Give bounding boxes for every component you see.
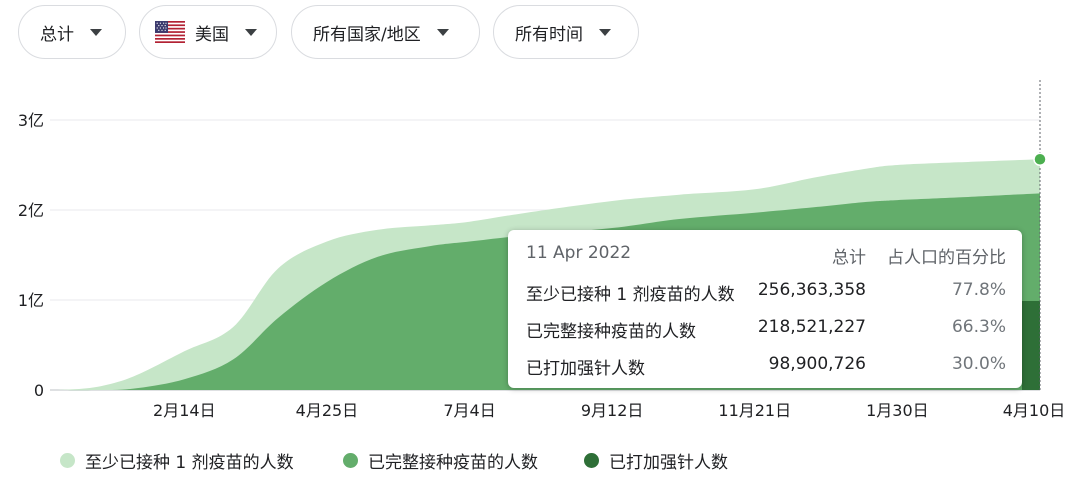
tooltip-row-total: 256,363,358 <box>757 280 866 300</box>
x-tick-label: 11月21日 <box>718 401 791 420</box>
tooltip-col-pct: 占人口的百分比 <box>887 248 1006 268</box>
legend-dot <box>343 453 358 468</box>
tooltip-row-pct: 77.8% <box>951 280 1006 300</box>
legend-dot <box>60 453 75 468</box>
legend-label: 已打加强针人数 <box>609 453 728 473</box>
tooltip-row-name: 至少已接种 1 剂疫苗的人数 <box>526 285 735 305</box>
tooltip-date: 11 Apr 2022 <box>526 243 632 263</box>
chevron-down-icon <box>599 28 611 36</box>
tooltip-row-pct: 66.3% <box>951 317 1006 337</box>
chevron-down-icon <box>90 28 102 36</box>
us-flag-icon <box>155 21 185 43</box>
tooltip-row-pct: 30.0% <box>951 354 1006 374</box>
tooltip-header: 11 Apr 2022 总计 占人口的百分比 <box>508 243 1022 268</box>
metric-filter-dropdown[interactable]: 总计 <box>18 5 126 59</box>
legend-label: 至少已接种 1 剂疫苗的人数 <box>85 453 294 473</box>
x-tick-label: 4月25日 <box>296 401 359 420</box>
x-tick-label: 7月4日 <box>443 401 495 420</box>
x-axis-labels: 2月14日 4月25日 7月4日 9月12日 11月21日 1月30日 4月10日 <box>153 401 1065 420</box>
chevron-down-icon <box>245 28 257 36</box>
time-filter-label: 所有时间 <box>515 24 583 45</box>
y-axis-labels: 0 1亿 2亿 3亿 <box>18 111 44 400</box>
tooltip-row-total: 218,521,227 <box>757 317 866 337</box>
legend-item[interactable]: 已打加强针人数 <box>584 448 728 473</box>
tooltip-row: 已打加强针人数 98,900,726 30.0% <box>508 354 1022 379</box>
tooltip-row-name: 已打加强针人数 <box>526 359 645 379</box>
tooltip-row: 已完整接种疫苗的人数 218,521,227 66.3% <box>508 317 1022 342</box>
metric-filter-label: 总计 <box>40 24 74 45</box>
region-filter-dropdown[interactable]: 所有国家/地区 <box>291 5 480 59</box>
y-tick-label: 2亿 <box>18 201 44 220</box>
y-tick-label: 3亿 <box>18 111 44 130</box>
tooltip-row: 至少已接种 1 剂疫苗的人数 256,363,358 77.8% <box>508 280 1022 305</box>
legend-item[interactable]: 已完整接种疫苗的人数 <box>343 448 538 473</box>
legend-item[interactable]: 至少已接种 1 剂疫苗的人数 <box>60 448 294 473</box>
region-filter-label: 所有国家/地区 <box>313 24 421 45</box>
y-tick-label: 0 <box>34 381 44 400</box>
tooltip-col-total: 总计 <box>832 248 866 268</box>
legend-dot <box>584 453 599 468</box>
hover-tooltip: 11 Apr 2022 总计 占人口的百分比 至少已接种 1 剂疫苗的人数 25… <box>508 230 1022 388</box>
legend-label: 已完整接种疫苗的人数 <box>368 453 538 473</box>
chevron-down-icon <box>436 28 449 36</box>
y-tick-label: 1亿 <box>18 291 44 310</box>
tooltip-row-total: 98,900,726 <box>768 354 866 374</box>
time-filter-dropdown[interactable]: 所有时间 <box>493 5 639 59</box>
x-tick-label: 9月12日 <box>581 401 644 420</box>
series-area-booster <box>1022 300 1040 390</box>
tooltip-row-name: 已完整接种疫苗的人数 <box>526 322 696 342</box>
x-tick-label: 4月10日 <box>1003 401 1066 420</box>
hover-point <box>1033 152 1047 167</box>
x-tick-label: 1月30日 <box>866 401 929 420</box>
location-filter-label: 美国 <box>195 24 229 45</box>
location-filter-dropdown[interactable]: 美国 <box>139 5 277 59</box>
x-tick-label: 2月14日 <box>153 401 216 420</box>
